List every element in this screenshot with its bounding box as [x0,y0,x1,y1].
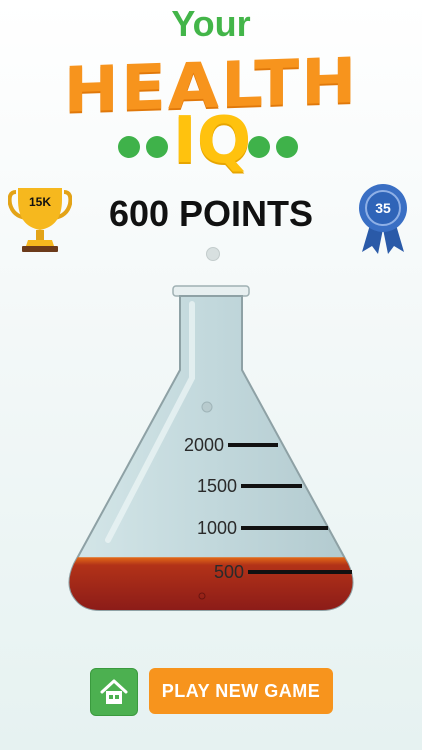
trophy-badge-text: 15K [29,195,51,209]
logo-dot [276,136,298,158]
bubble-icon [206,247,220,261]
flask-mark-label: 1000 [197,518,237,538]
home-button[interactable] [90,668,138,716]
ribbon-icon: 35 [354,180,412,256]
logo-your-text: Your [171,3,251,44]
trophy-icon: 15K [7,186,73,256]
logo-dot [118,136,140,158]
flask-mark-label: 500 [214,562,244,582]
bottom-actions: PLAY NEW GAME [0,668,422,718]
logo-iq-row: IQ [0,106,422,178]
flask-mark-label: 1500 [197,476,237,496]
logo-dot [248,136,270,158]
points-label: 600 POINTS [108,193,314,234]
flask-graphic: 2000 1500 1000 500 [52,280,372,630]
flask-liquid [69,557,353,610]
flask-mark-label: 2000 [184,435,224,455]
play-new-game-button[interactable]: PLAY NEW GAME [149,668,333,714]
home-icon [100,679,128,704]
ribbon-badge-text: 35 [375,200,391,216]
